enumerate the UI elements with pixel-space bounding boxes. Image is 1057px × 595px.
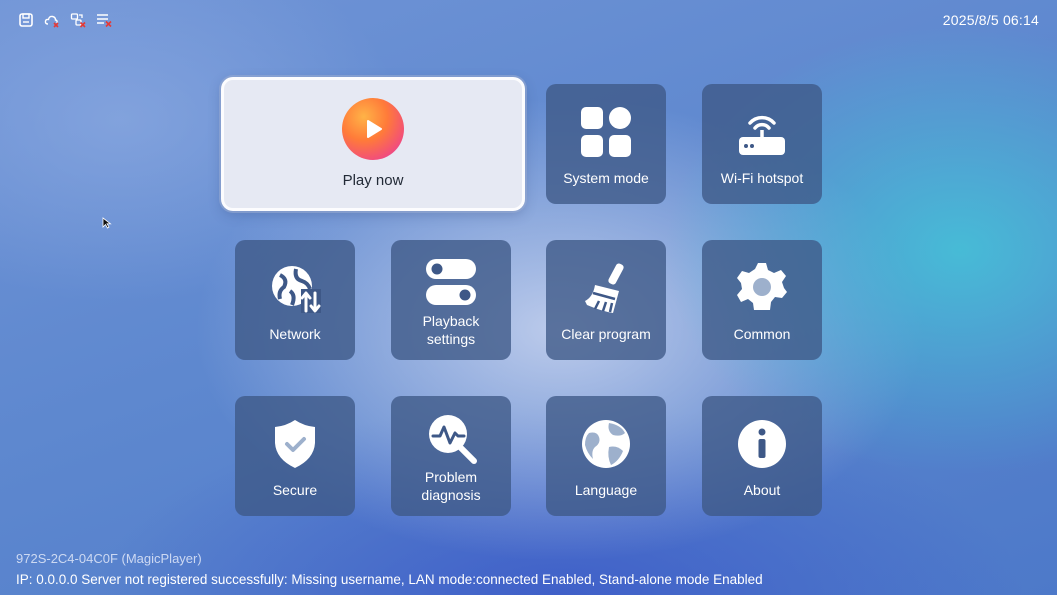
about-label: About [743, 482, 781, 498]
shield-icon [268, 416, 322, 472]
info-icon [735, 416, 789, 472]
system-mode-button[interactable]: System mode [546, 84, 666, 204]
playback-settings-label: Playback settings [422, 313, 480, 347]
status-message: IP: 0.0.0.0 Server not registered succes… [16, 572, 763, 587]
about-button[interactable]: About [702, 396, 822, 516]
common-button[interactable]: Common [702, 240, 822, 360]
system-mode-label: System mode [563, 170, 649, 186]
wifi-hotspot-button[interactable]: Wi-Fi hotspot [702, 84, 822, 204]
cloud-error-icon [44, 12, 60, 28]
datetime: 2025/8/5 06:14 [942, 12, 1039, 28]
status-bar: 2025/8/5 06:14 [0, 0, 1057, 40]
list-error-icon [96, 12, 112, 28]
globe-icon [579, 416, 633, 472]
gear-icon [735, 260, 789, 316]
save-icon [18, 12, 34, 28]
broom-icon [579, 260, 633, 316]
sync-error-icon [70, 12, 86, 28]
play-now-button[interactable]: Play now [221, 77, 525, 211]
playback-settings-button[interactable]: Playback settings [391, 240, 511, 360]
globe-network-icon [268, 260, 322, 316]
wifi-hotspot-label: Wi-Fi hotspot [720, 170, 804, 186]
grid-icon [579, 104, 633, 160]
clear-program-label: Clear program [561, 326, 651, 342]
network-label: Network [269, 326, 321, 342]
play-icon [342, 98, 404, 160]
play-now-label: Play now [342, 172, 404, 189]
footer: 972S-2C4-04C0F (MagicPlayer) IP: 0.0.0.0… [16, 551, 763, 587]
secure-label: Secure [272, 482, 318, 498]
language-button[interactable]: Language [546, 396, 666, 516]
diagnosis-icon [424, 410, 478, 466]
status-icons [18, 12, 112, 28]
common-label: Common [733, 326, 791, 342]
network-button[interactable]: Network [235, 240, 355, 360]
clear-program-button[interactable]: Clear program [546, 240, 666, 360]
device-id: 972S-2C4-04C0F (MagicPlayer) [16, 551, 202, 566]
router-icon [735, 104, 789, 160]
secure-button[interactable]: Secure [235, 396, 355, 516]
problem-diagnosis-button[interactable]: Problem diagnosis [391, 396, 511, 516]
problem-diagnosis-label: Problem diagnosis [421, 469, 481, 503]
mouse-cursor-icon [102, 216, 112, 229]
toggle-icon [424, 254, 478, 310]
background [0, 0, 1057, 595]
language-label: Language [574, 482, 638, 498]
